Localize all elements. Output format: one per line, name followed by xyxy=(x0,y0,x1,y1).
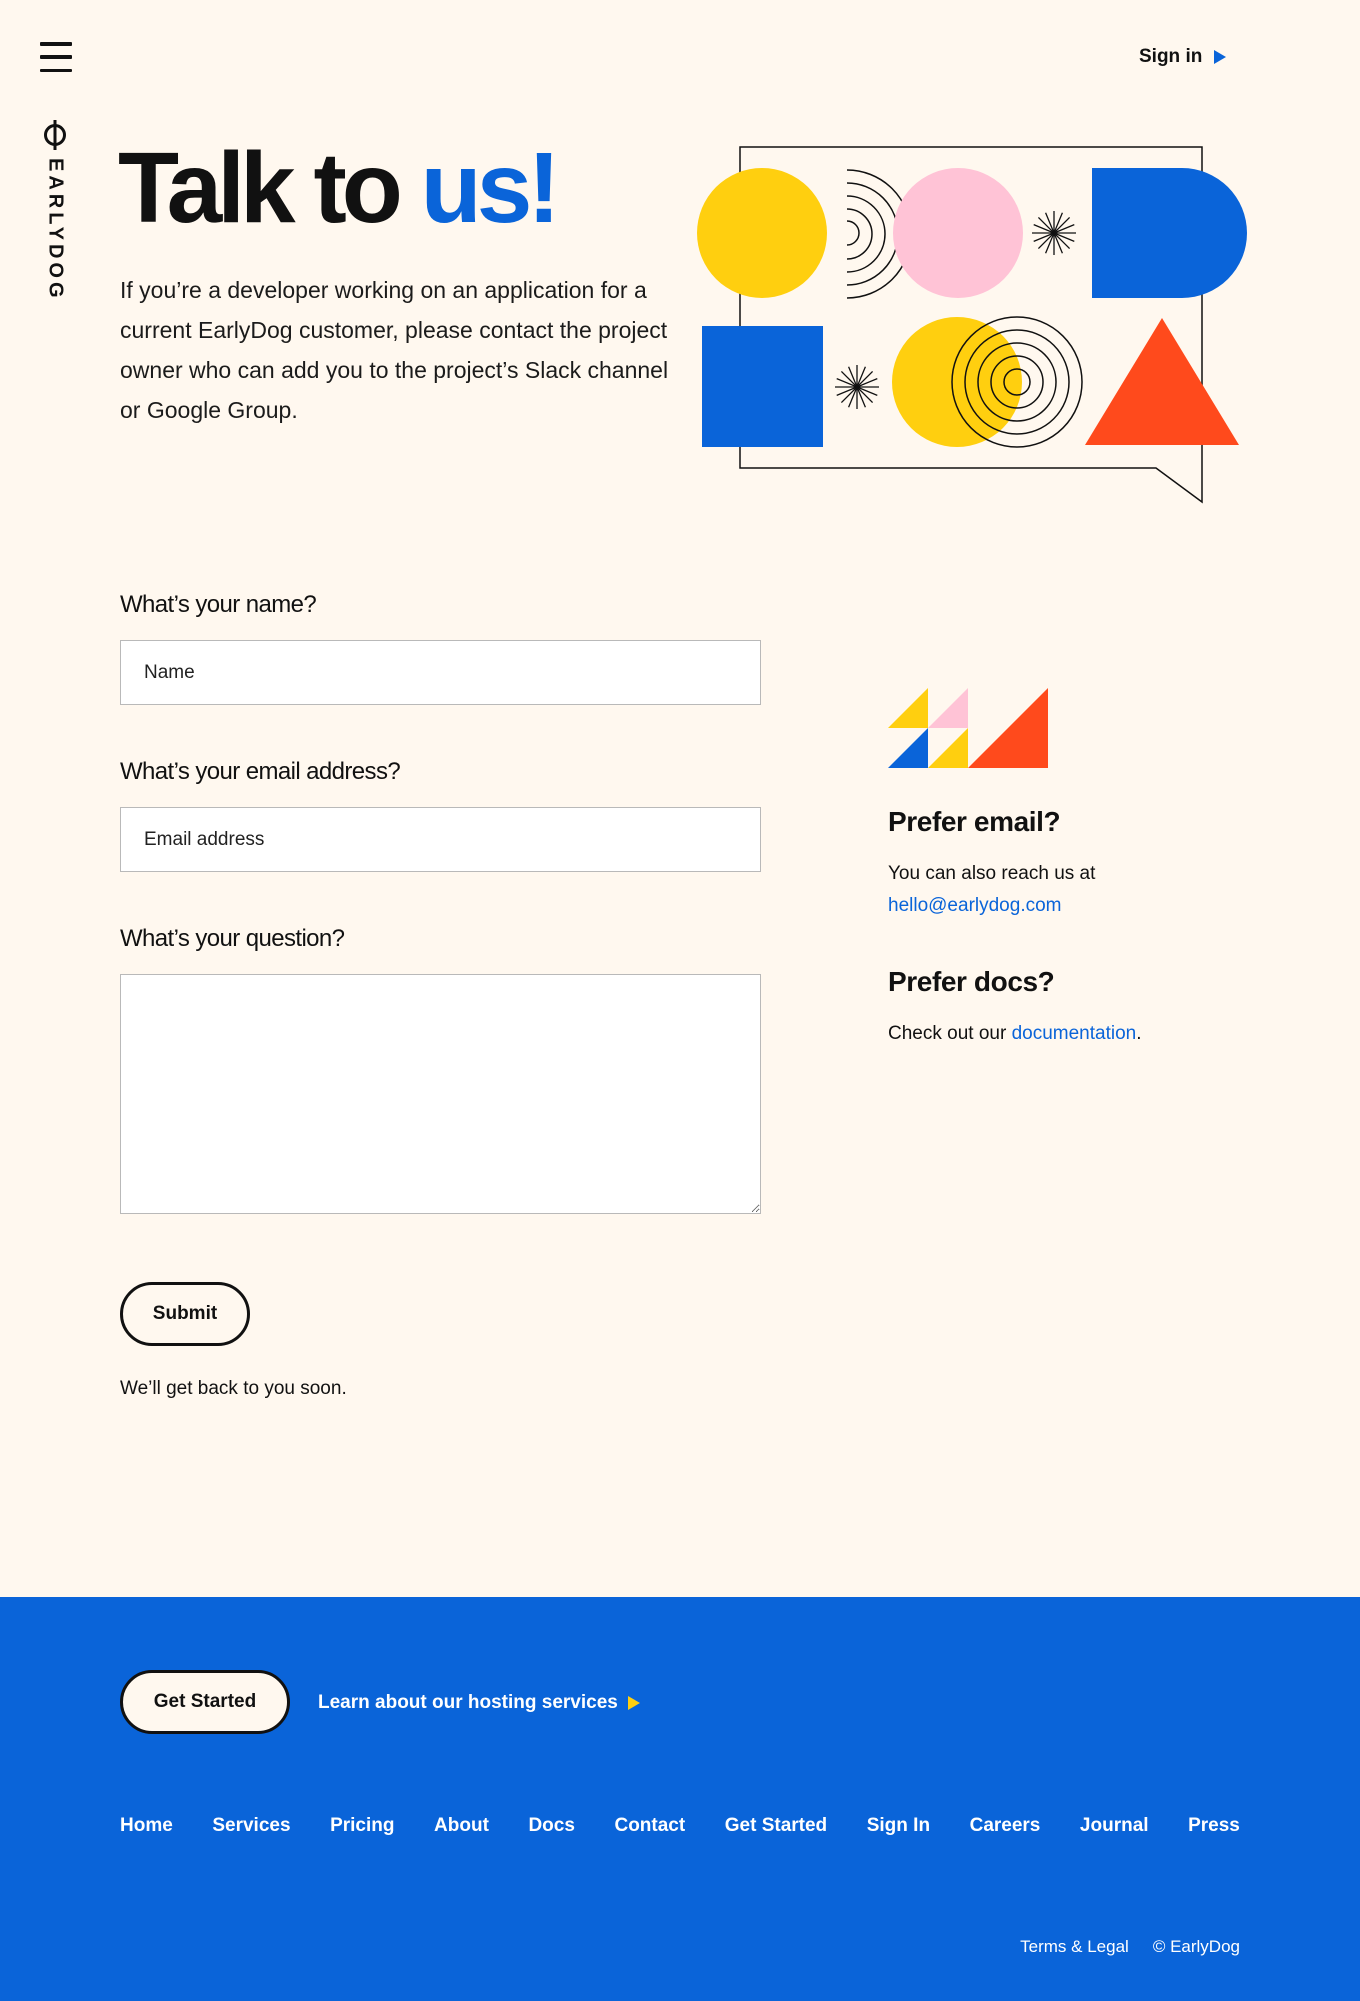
documentation-link[interactable]: documentation xyxy=(1012,1023,1137,1044)
email-input[interactable] xyxy=(120,807,761,872)
hosting-services-link[interactable]: Learn about our hosting services xyxy=(318,1690,640,1716)
sign-in-link[interactable]: Sign in xyxy=(1139,44,1227,70)
docs-info-prefix: Check out our xyxy=(888,1023,1012,1044)
hosting-services-label: Learn about our hosting services xyxy=(318,1692,618,1713)
orange-triangle-shape xyxy=(1085,318,1239,445)
contact-sidebar: Prefer email? You can also reach us at h… xyxy=(888,688,1248,1050)
question-textarea[interactable] xyxy=(120,974,761,1214)
hamburger-menu-icon[interactable] xyxy=(40,42,72,72)
email-question-label: What’s your email address? xyxy=(120,758,401,785)
hero-description: If you’re a developer working on an appl… xyxy=(120,277,669,423)
brand-logo[interactable]: EARLYDOG xyxy=(40,118,70,302)
footer: Get Started Learn about our hosting serv… xyxy=(0,1597,1360,2001)
email-info: You can also reach us at hello@earlydog.… xyxy=(888,858,1248,922)
prefer-email-heading: Prefer email? xyxy=(888,806,1061,837)
blue-square-shape xyxy=(702,326,823,447)
hero-illustration xyxy=(697,146,1247,504)
page-title: Talk to us! xyxy=(118,138,561,238)
earlydog-logo-icon xyxy=(44,120,66,150)
footer-nav-get-started[interactable]: Get Started xyxy=(725,1815,827,1837)
starburst-icon xyxy=(1032,211,1076,255)
page-title-main: Talk to xyxy=(118,132,421,244)
footer-nav-services[interactable]: Services xyxy=(212,1815,290,1837)
yellow-circle-shape xyxy=(892,317,1022,447)
docs-info-suffix: . xyxy=(1136,1023,1142,1044)
name-input[interactable] xyxy=(120,640,761,705)
response-note: We’ll get back to you soon. xyxy=(120,1378,347,1399)
footer-nav: Home Services Pricing About Docs Contact… xyxy=(120,1815,1240,1837)
copyright-text: © EarlyDog xyxy=(1152,1937,1240,1956)
footer-nav-about[interactable]: About xyxy=(434,1815,489,1837)
footer-nav-contact[interactable]: Contact xyxy=(614,1815,685,1837)
yellow-circle-shape xyxy=(697,168,827,298)
contact-form: What’s your name? What’s your email addr… xyxy=(120,588,761,1214)
submit-button[interactable]: Submit xyxy=(120,1282,250,1346)
footer-nav-press[interactable]: Press xyxy=(1188,1815,1240,1837)
geometric-triangles-logo-icon xyxy=(888,688,1048,768)
sign-in-label: Sign in xyxy=(1139,46,1203,67)
prefer-docs-heading: Prefer docs? xyxy=(888,966,1055,997)
footer-nav-pricing[interactable]: Pricing xyxy=(330,1815,394,1837)
terms-legal-link[interactable]: Terms & Legal xyxy=(1020,1937,1129,1957)
email-link[interactable]: hello@earlydog.com xyxy=(888,895,1062,916)
footer-nav-docs[interactable]: Docs xyxy=(528,1815,574,1837)
starburst-icon xyxy=(835,365,879,409)
blue-d-shape xyxy=(1092,168,1247,298)
question-label: What’s your question? xyxy=(120,925,345,952)
footer-legal: Terms & Legal © EarlyDog xyxy=(1020,1937,1240,1957)
play-arrow-icon xyxy=(627,1696,640,1710)
footer-nav-journal[interactable]: Journal xyxy=(1080,1815,1149,1837)
page-title-accent: us! xyxy=(420,132,561,244)
email-info-text: You can also reach us at xyxy=(888,863,1096,884)
name-question-label: What’s your name? xyxy=(120,591,317,618)
footer-nav-home[interactable]: Home xyxy=(120,1815,173,1837)
play-arrow-icon xyxy=(1214,50,1227,64)
footer-nav-careers[interactable]: Careers xyxy=(970,1815,1041,1837)
get-started-button[interactable]: Get Started xyxy=(120,1670,290,1734)
brand-wordmark: EARLYDOG xyxy=(44,158,67,302)
footer-nav-sign-in[interactable]: Sign In xyxy=(867,1815,930,1837)
pink-circle-shape xyxy=(893,168,1023,298)
docs-info: Check out our documentation. xyxy=(888,1018,1248,1050)
